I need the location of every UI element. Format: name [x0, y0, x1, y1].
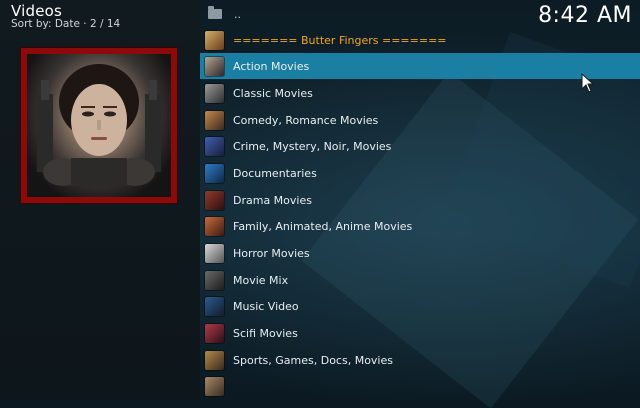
thumbnail-icon	[205, 216, 224, 236]
list-item-label: Drama Movies	[233, 193, 312, 207]
thumbnail-icon	[205, 190, 224, 210]
list-item-label: ..	[234, 7, 241, 21]
list-item-drama[interactable]: Drama Movies	[200, 187, 640, 213]
thumbnail-icon	[205, 350, 224, 370]
list-item-label: Action Movies	[233, 59, 310, 73]
list-item-label: Movie Mix	[233, 273, 289, 287]
clock: 8:42 AM	[538, 3, 632, 28]
item-position: 2 / 14	[89, 18, 121, 30]
list-item-section[interactable]: ======= Butter Fingers =======	[200, 27, 640, 53]
list-item-label: Documentaries	[233, 166, 317, 180]
list-item-label: Music Video	[233, 299, 299, 313]
thumbnail-icon	[205, 323, 224, 343]
list-item-music-video[interactable]: Music Video	[200, 293, 640, 319]
thumbnail-icon	[205, 56, 224, 76]
list-item-horror[interactable]: Horror Movies	[200, 240, 640, 266]
list-item-movie-mix[interactable]: Movie Mix	[200, 267, 640, 293]
thumbnail-icon	[205, 376, 224, 396]
poster-image	[27, 54, 171, 197]
poster-art	[37, 64, 161, 186]
thumbnail-icon	[205, 243, 224, 263]
file-list: .. ======= Butter Fingers ======= Action…	[200, 0, 640, 400]
thumbnail-icon	[205, 136, 224, 156]
list-item-label: Scifi Movies	[233, 326, 298, 340]
thumbnail-icon	[205, 30, 224, 50]
list-item-sports-games[interactable]: Sports, Games, Docs, Movies	[200, 347, 640, 373]
sort-status[interactable]: Sort by: Date · 2 / 14	[11, 18, 120, 30]
list-item-label: ======= Butter Fingers =======	[233, 33, 447, 47]
list-item-label: Horror Movies	[233, 246, 310, 260]
left-panel: Videos Sort by: Date · 2 / 14	[0, 0, 200, 400]
list-item-family-animated[interactable]: Family, Animated, Anime Movies	[200, 213, 640, 239]
thumbnail-icon	[205, 110, 224, 130]
list-item-label: Crime, Mystery, Noir, Movies	[233, 139, 392, 153]
thumbnail-icon	[205, 83, 224, 103]
list-item-scifi[interactable]: Scifi Movies	[200, 320, 640, 346]
sort-separator: ·	[83, 18, 90, 30]
thumbnail-icon	[205, 270, 224, 290]
mouse-cursor-icon	[581, 72, 595, 97]
list-item-crime-mystery[interactable]: Crime, Mystery, Noir, Movies	[200, 133, 640, 159]
thumbnail-icon	[205, 163, 224, 183]
list-item-label: Sports, Games, Docs, Movies	[233, 353, 393, 367]
folder-up-icon	[208, 6, 222, 19]
sort-label: Sort by: Date	[11, 18, 80, 30]
list-item-classic-movies[interactable]: Classic Movies	[200, 80, 640, 106]
list-item-action-movies[interactable]: Action Movies	[200, 53, 640, 79]
list-item-comedy-romance[interactable]: Comedy, Romance Movies	[200, 107, 640, 133]
list-item-documentaries[interactable]: Documentaries	[200, 160, 640, 186]
list-item-partial[interactable]	[200, 373, 640, 399]
list-item-label: Family, Animated, Anime Movies	[233, 219, 413, 233]
list-item-label: Classic Movies	[233, 86, 313, 100]
poster-frame	[20, 47, 178, 204]
thumbnail-icon	[205, 296, 224, 316]
list-item-label: Comedy, Romance Movies	[233, 113, 379, 127]
